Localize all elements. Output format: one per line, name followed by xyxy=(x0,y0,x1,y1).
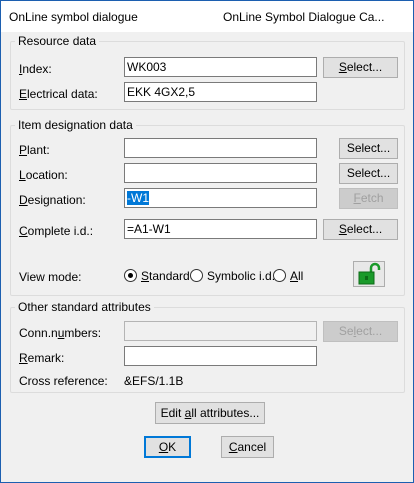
electrical-data-label: Electrical data: xyxy=(19,87,98,101)
view-mode-symbolic-text: Symbolic i.d. xyxy=(207,269,276,283)
plant-field[interactable] xyxy=(124,138,317,158)
window-subtitle: OnLine Symbol Dialogue Ca... xyxy=(223,10,385,24)
conn-numbers-select-button[interactable]: Select... xyxy=(323,321,398,342)
index-field[interactable]: WK003 xyxy=(124,57,317,77)
cross-reference-label: Cross reference: xyxy=(19,374,108,388)
view-mode-all-radio[interactable]: All xyxy=(273,268,307,284)
window-title: OnLine symbol dialogue xyxy=(9,10,138,24)
view-mode-standard-radio[interactable]: Standard xyxy=(124,268,190,284)
plant-select-button[interactable]: Select... xyxy=(339,138,398,159)
plant-label: Plant: xyxy=(19,143,50,157)
lock-toggle-button[interactable] xyxy=(353,261,385,287)
view-mode-symbolic-radio[interactable]: Symbolic i.d. xyxy=(190,268,275,284)
dialog-window: OnLine symbol dialogue OnLine Symbol Dia… xyxy=(0,0,414,483)
resource-data-legend: Resource data xyxy=(15,34,100,48)
index-label-text: ndex: xyxy=(22,62,52,76)
location-select-button[interactable]: Select... xyxy=(339,163,398,184)
complete-id-select-button[interactable]: Select... xyxy=(323,219,398,240)
edit-all-attributes-button[interactable]: Edit all attributes... xyxy=(155,402,265,424)
radio-checked-indicator xyxy=(124,269,137,282)
item-designation-legend: Item designation data xyxy=(15,118,136,132)
designation-label: Designation: xyxy=(19,193,86,207)
location-field[interactable] xyxy=(124,163,317,183)
view-mode-label: View mode: xyxy=(19,270,82,284)
conn-numbers-field[interactable] xyxy=(124,321,317,341)
unlocked-padlock-icon xyxy=(358,262,381,285)
fetch-button[interactable]: Fetch xyxy=(339,188,398,209)
designation-field[interactable]: -W1 xyxy=(124,188,317,208)
designation-value: -W1 xyxy=(127,191,149,205)
conn-numbers-label: Conn.numbers: xyxy=(19,326,102,340)
complete-id-label: Complete i.d.: xyxy=(19,224,94,238)
electrical-data-field[interactable]: EKK 4GX2,5 xyxy=(124,82,317,102)
remark-field[interactable] xyxy=(124,346,317,366)
cross-reference-value: &EFS/1.1B xyxy=(124,374,184,388)
location-label: Location: xyxy=(19,168,68,182)
remark-label: Remark: xyxy=(19,351,65,365)
other-attributes-legend: Other standard attributes xyxy=(15,300,154,314)
title-bar[interactable]: OnLine symbol dialogue OnLine Symbol Dia… xyxy=(1,1,413,32)
cancel-button[interactable]: Cancel xyxy=(221,436,274,458)
complete-id-field[interactable]: =A1-W1 xyxy=(124,219,317,239)
index-label: Index: xyxy=(19,62,52,76)
index-select-button[interactable]: Select... xyxy=(323,57,398,78)
ok-button[interactable]: OK xyxy=(144,436,191,458)
